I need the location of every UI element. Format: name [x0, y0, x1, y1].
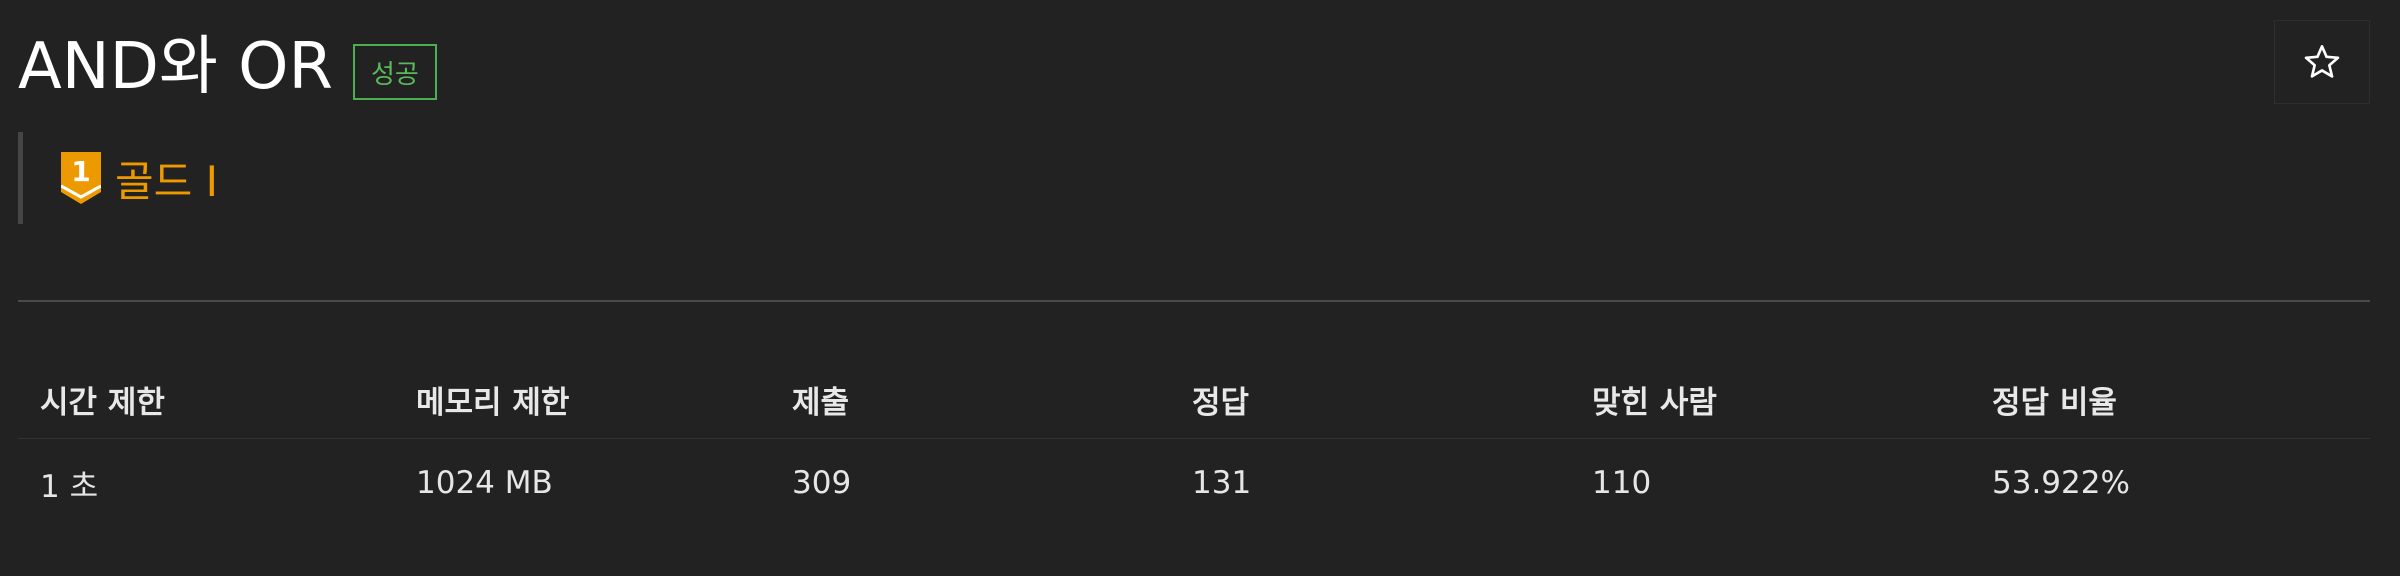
submissions-value: 309 — [792, 465, 852, 501]
table-row: 1 초 1024 MB 309 131 110 53.922% — [18, 439, 2370, 528]
tier-level: 1 — [71, 155, 90, 188]
header-accepted: 정답 — [1170, 360, 1570, 439]
solved-users-value: 110 — [1592, 465, 1652, 501]
tier-info: 1 골드 I — [18, 132, 218, 224]
tier-label: 골드 I — [115, 156, 219, 206]
problem-title: AND와 OR — [18, 30, 334, 104]
star-outline-icon — [2304, 45, 2340, 78]
header-accept-ratio: 정답 비율 — [1970, 360, 2370, 439]
status-badge: 성공 — [353, 44, 437, 100]
header-memory-limit: 메모리 제한 — [394, 360, 770, 439]
table-header-row: 시간 제한 메모리 제한 제출 정답 맞힌 사람 정답 비율 — [18, 360, 2370, 439]
problem-page: AND와 OR 성공 1 골드 I 시간 제한 메모리 제한 제출 정답 맞힌 … — [18, 0, 2370, 576]
accept-ratio-value: 53.922% — [1992, 465, 2130, 501]
memory-limit-value: 1024 MB — [416, 465, 553, 501]
header-time-limit: 시간 제한 — [18, 360, 394, 439]
divider — [18, 300, 2370, 302]
tier-gold-1-icon: 1 — [61, 152, 101, 204]
header-solved-users: 맞힌 사람 — [1570, 360, 1970, 439]
header-submissions: 제출 — [770, 360, 1170, 439]
time-limit-value: 1 초 — [40, 468, 99, 505]
problem-header: AND와 OR 성공 — [18, 22, 437, 112]
problem-info-table: 시간 제한 메모리 제한 제출 정답 맞힌 사람 정답 비율 1 초 1024 … — [18, 360, 2370, 527]
accepted-value: 131 — [1192, 465, 1252, 501]
favorite-button[interactable] — [2274, 20, 2370, 104]
